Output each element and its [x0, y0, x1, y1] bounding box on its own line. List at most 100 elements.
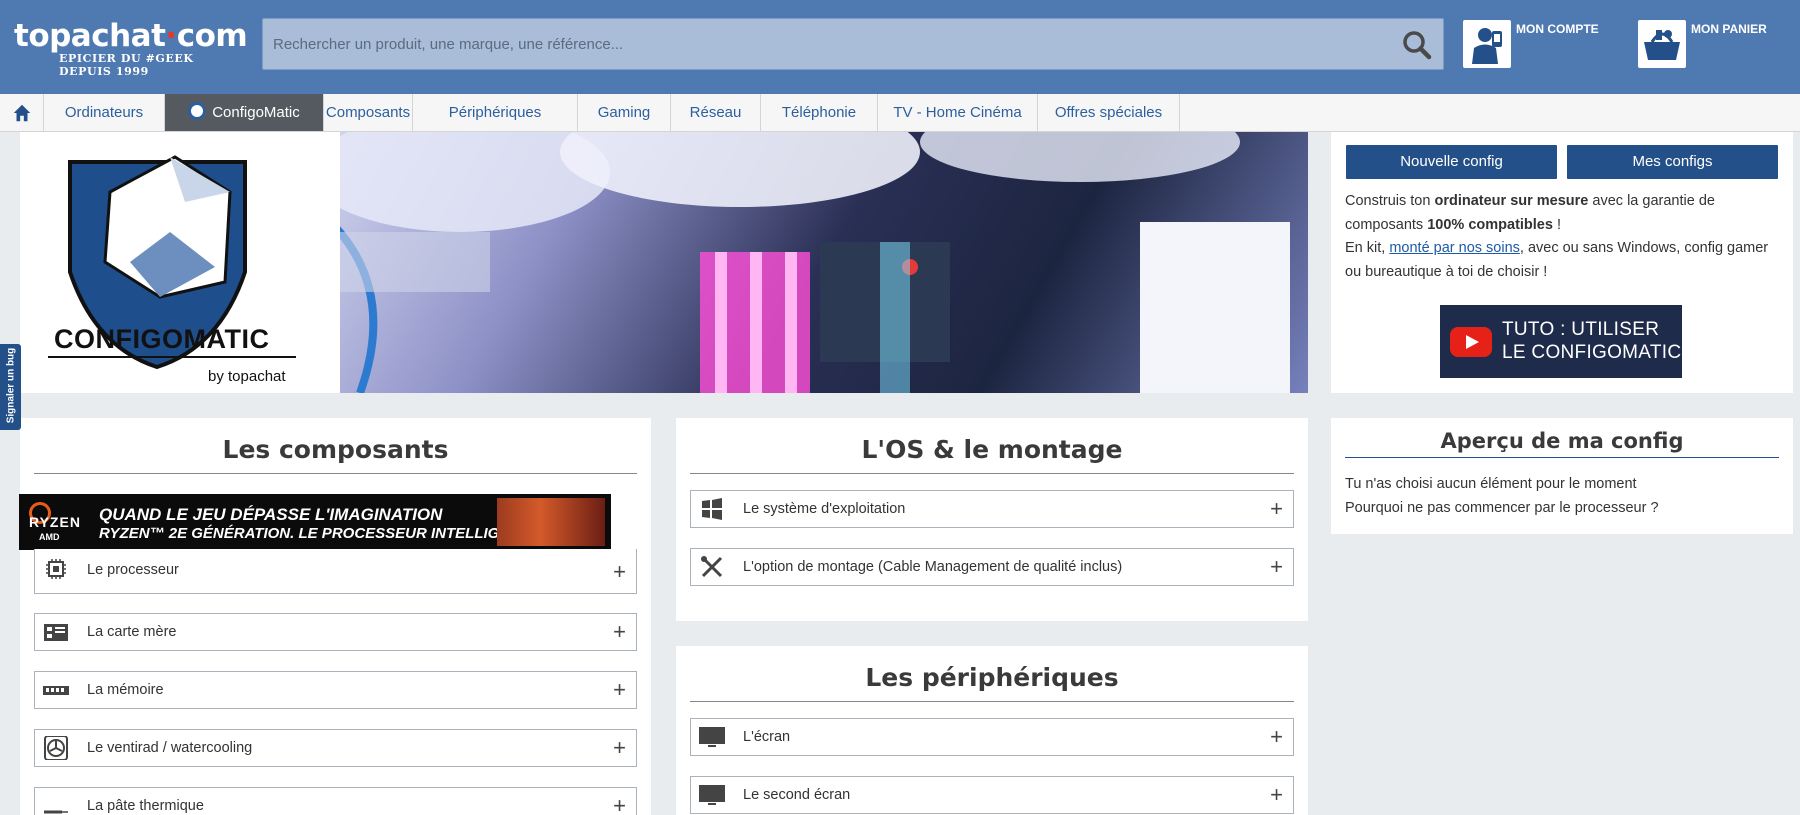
hero-banner: CONFIGOMATIC by topachat	[20, 132, 1308, 393]
item-label: Le système d'exploitation	[743, 501, 906, 517]
preview-empty-text: Tu n'as choisi aucun élément pour le mom…	[1345, 476, 1637, 492]
nav-item-reseau[interactable]: Réseau	[671, 94, 761, 131]
desc-text: En kit,	[1345, 240, 1390, 256]
list-item-montage[interactable]: L'option de montage (Cable Management de…	[690, 548, 1294, 586]
windows-icon	[702, 498, 722, 520]
os-montage-panel: L'OS & le montage Le système d'exploitat…	[676, 418, 1308, 621]
list-item-second-ecran[interactable]: Le second écran +	[690, 776, 1294, 814]
account-link[interactable]: MON COMPTE	[1463, 20, 1603, 68]
pc-build-illustration	[310, 132, 1290, 393]
nav-item-peripheriques[interactable]: Périphériques	[413, 94, 578, 131]
new-config-button[interactable]: Nouvelle config	[1346, 145, 1557, 179]
tutorial-line-1: TUTO : UTILISER	[1502, 319, 1660, 340]
logo-tagline: EPICIER DU #GEEK DEPUIS 1999	[59, 52, 194, 78]
nav-item-configomatic-label: ConfigoMatic	[212, 104, 300, 121]
list-item-processeur[interactable]: Le processeur +	[34, 549, 637, 594]
config-cta-panel: Nouvelle config Mes configs Construis to…	[1331, 132, 1793, 393]
nav-item-tv-home-cinema[interactable]: TV - Home Cinéma	[878, 94, 1038, 131]
configomatic-icon	[188, 102, 207, 120]
list-item-carte-mere[interactable]: La carte mère +	[34, 613, 637, 651]
peripheriques-title: Les périphériques	[690, 658, 1294, 702]
item-label: La carte mère	[87, 624, 177, 640]
logo-text: topachat·com	[14, 18, 248, 54]
composants-title: Les composants	[34, 430, 637, 474]
hero-photo	[310, 132, 1308, 393]
desc-bold: ordinateur sur mesure	[1434, 193, 1589, 209]
item-label: L'option de montage (Cable Management de…	[743, 559, 1123, 575]
thermal-paste-icon	[44, 810, 68, 814]
ad-subline: RYZEN™ 2E GÉNÉRATION. LE PROCESSEUR INTE…	[99, 525, 533, 542]
config-preview-title: Aperçu de ma config	[1345, 428, 1779, 458]
nav-item-composants[interactable]: Composants	[324, 94, 413, 131]
add-icon[interactable]: +	[1270, 719, 1283, 755]
list-item-ventirad[interactable]: Le ventirad / watercooling +	[34, 729, 637, 767]
add-icon[interactable]: +	[613, 730, 626, 766]
home-button[interactable]	[0, 94, 44, 131]
tutorial-video-link[interactable]: TUTO : UTILISER LE CONFIGOMATIC	[1440, 305, 1682, 378]
home-icon	[13, 104, 30, 122]
item-label: La pâte thermique	[87, 798, 204, 814]
nav-item-offres-speciales[interactable]: Offres spéciales	[1038, 94, 1180, 131]
fan-icon	[44, 736, 68, 760]
add-icon[interactable]: +	[613, 549, 626, 595]
tools-icon	[701, 556, 723, 578]
site-logo[interactable]: topachat·com EPICIER DU #GEEK DEPUIS 199…	[14, 18, 248, 78]
ad-headline: QUAND LE JEU DÉPASSE L'IMAGINATION	[99, 505, 443, 524]
item-label: Le processeur	[87, 562, 179, 578]
youtube-play-icon	[1450, 327, 1492, 357]
ryzen-wordmark: RYZEN	[29, 514, 81, 530]
os-montage-title: L'OS & le montage	[690, 430, 1294, 474]
list-item-memoire[interactable]: La mémoire +	[34, 671, 637, 709]
my-configs-button[interactable]: Mes configs	[1567, 145, 1778, 179]
amd-wordmark: AMD	[39, 532, 60, 542]
configomatic-byline: by topachat	[208, 368, 286, 385]
item-label: L'écran	[743, 729, 791, 745]
motherboard-icon	[44, 624, 68, 641]
item-label: Le second écran	[743, 787, 851, 803]
account-label: MON COMPTE	[1516, 22, 1599, 36]
search-bar	[262, 18, 1444, 70]
desc-bold: 100% compatibles	[1427, 216, 1553, 233]
add-icon[interactable]: +	[613, 672, 626, 708]
nav-item-ordinateurs[interactable]: Ordinateurs	[44, 94, 165, 131]
search-icon[interactable]	[1401, 29, 1433, 61]
config-description: Construis ton ordinateur sur mesure avec…	[1345, 190, 1775, 284]
ryzen-logo: RYZEN AMD	[25, 500, 95, 544]
desc-text: Construis ton	[1345, 193, 1435, 209]
tutorial-line-2: LE CONFIGOMATIC	[1502, 342, 1682, 363]
memory-icon	[43, 686, 69, 695]
configomatic-logo: CONFIGOMATIC by topachat	[20, 132, 340, 393]
search-input[interactable]	[263, 19, 1383, 69]
report-bug-label: Signaler un bug	[5, 347, 17, 424]
configomatic-title: CONFIGOMATIC	[54, 324, 270, 354]
item-label: La mémoire	[87, 682, 164, 698]
main-nav: Ordinateurs ConfigoMatic Composants Péri…	[0, 94, 1800, 132]
add-icon[interactable]: +	[613, 788, 626, 815]
ryzen-product-box	[497, 498, 605, 546]
account-icon	[1463, 20, 1511, 68]
list-item-systeme[interactable]: Le système d'exploitation +	[690, 490, 1294, 528]
add-icon[interactable]: +	[1270, 777, 1283, 813]
logo-rule	[48, 356, 296, 358]
site-header: topachat·com EPICIER DU #GEEK DEPUIS 199…	[0, 0, 1800, 94]
add-icon[interactable]: +	[613, 614, 626, 650]
nav-item-gaming[interactable]: Gaming	[578, 94, 671, 131]
nav-item-telephonie[interactable]: Téléphonie	[761, 94, 878, 131]
config-preview-panel: Aperçu de ma config Tu n'as choisi aucun…	[1331, 418, 1793, 534]
report-bug-tab[interactable]: Signaler un bug	[0, 344, 21, 430]
monitor-icon	[699, 727, 725, 747]
list-item-ecran[interactable]: L'écran +	[690, 718, 1294, 756]
cart-icon	[1638, 20, 1686, 68]
add-icon[interactable]: +	[1270, 549, 1283, 585]
cpu-icon	[46, 559, 66, 579]
cart-label: MON PANIER	[1691, 22, 1767, 36]
add-icon[interactable]: +	[1270, 491, 1283, 527]
item-label: Le ventirad / watercooling	[87, 740, 253, 756]
nav-item-configomatic[interactable]: ConfigoMatic	[165, 94, 324, 131]
desc-text: !	[1552, 216, 1562, 233]
second-monitor-icon	[699, 785, 725, 805]
assembly-link[interactable]: monté par nos soins	[1389, 240, 1520, 256]
list-item-pate-thermique[interactable]: La pâte thermique +	[34, 787, 637, 815]
cart-link[interactable]: MON PANIER	[1638, 20, 1778, 68]
amd-ryzen-ad-banner[interactable]: RYZEN AMD QUAND LE JEU DÉPASSE L'IMAGINA…	[19, 494, 611, 550]
